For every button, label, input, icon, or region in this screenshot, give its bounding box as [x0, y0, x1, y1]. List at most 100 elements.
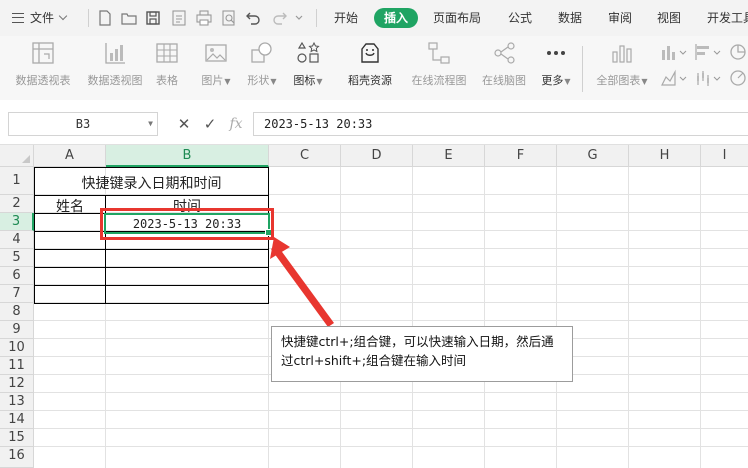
- table-border: [34, 167, 269, 168]
- formula-bar: B3 ▼ ✕ ✓ fx 2023-5-13 20:33: [0, 100, 748, 145]
- highlight-box: [100, 208, 274, 240]
- all-charts-icon: [609, 40, 635, 66]
- insert-function-icon[interactable]: fx: [226, 114, 246, 134]
- column-header-a[interactable]: A: [34, 145, 106, 167]
- row-header-13[interactable]: 13: [0, 393, 34, 411]
- bar-chart-icon[interactable]: [694, 42, 724, 62]
- shape-button[interactable]: 形状▼: [244, 40, 280, 88]
- row-header-12[interactable]: 12: [0, 375, 34, 393]
- row-header-6[interactable]: 6: [0, 267, 34, 285]
- redo-icon[interactable]: [270, 9, 288, 27]
- pivot-table-button[interactable]: 数据透视表: [12, 40, 74, 88]
- row-header-15[interactable]: 15: [0, 429, 34, 447]
- new-file-icon[interactable]: [96, 9, 114, 27]
- row-header-9[interactable]: 9: [0, 321, 34, 339]
- undo-icon[interactable]: [245, 9, 263, 27]
- toolbar-separator: [316, 9, 317, 27]
- gridline: [34, 410, 748, 411]
- open-folder-icon[interactable]: [120, 9, 138, 27]
- confirm-edit-icon[interactable]: ✓: [200, 114, 220, 134]
- row-header-14[interactable]: 14: [0, 411, 34, 429]
- gridline: [34, 446, 748, 447]
- tab-data[interactable]: 数据: [558, 0, 582, 36]
- table-border: [34, 267, 269, 268]
- column-header-e[interactable]: E: [413, 145, 485, 167]
- gridline: [34, 320, 748, 321]
- export-pdf-icon[interactable]: [170, 9, 188, 27]
- table-border: [34, 303, 269, 304]
- pie-chart-icon[interactable]: [728, 42, 748, 62]
- gridline: [34, 392, 748, 393]
- column-chart-icon[interactable]: [660, 42, 690, 62]
- radar-chart-icon[interactable]: [728, 68, 748, 88]
- row-header-3[interactable]: 3: [0, 213, 34, 231]
- row-header-10[interactable]: 10: [0, 339, 34, 357]
- column-header-b[interactable]: B: [106, 145, 269, 167]
- more-icon: [543, 40, 569, 66]
- select-all-corner[interactable]: [0, 145, 34, 167]
- docer-resource-button[interactable]: 稻壳资源: [344, 40, 396, 88]
- ribbon-insert: 数据透视表 数据透视图 表格 图片▼ 形状▼ 图标▼ 稻壳资源 在线流程图 在线…: [0, 36, 748, 100]
- mindmap-icon: [491, 40, 517, 66]
- name-box[interactable]: B3 ▼: [8, 112, 158, 136]
- name-box-value: B3: [75, 117, 91, 131]
- column-header-f[interactable]: F: [485, 145, 557, 167]
- toolbar-separator: [88, 9, 89, 27]
- annotation-note: 快捷键ctrl+;组合键，可以快速输入日期，然后通过ctrl+shift+;组合…: [271, 326, 573, 382]
- row-header-2[interactable]: 2: [0, 195, 34, 213]
- row-header-4[interactable]: 4: [0, 231, 34, 249]
- row-header-7[interactable]: 7: [0, 285, 34, 303]
- ribbon-separator: [582, 46, 583, 92]
- mindmap-button[interactable]: 在线脑图: [478, 40, 530, 88]
- table-border: [34, 249, 269, 250]
- tab-formulas[interactable]: 公式: [508, 0, 532, 36]
- picture-icon: [203, 40, 229, 66]
- tab-view[interactable]: 视图: [657, 0, 681, 36]
- menu-bar: 文件 开始 插入 页面布局 公式 数据 审阅 视图 开发工具: [0, 0, 748, 36]
- print-preview-icon[interactable]: [220, 9, 238, 27]
- more-button[interactable]: 更多▼: [538, 40, 574, 88]
- row-header-1[interactable]: 1: [0, 167, 34, 195]
- name-box-dropdown-icon[interactable]: ▼: [148, 113, 153, 135]
- table-icon: [154, 40, 180, 66]
- formula-input[interactable]: 2023-5-13 20:33: [253, 112, 748, 136]
- docer-resource-icon: [357, 40, 383, 66]
- hamburger-icon: [12, 13, 24, 23]
- print-icon[interactable]: [195, 9, 213, 27]
- row-header-11[interactable]: 11: [0, 357, 34, 375]
- table-button[interactable]: 表格: [152, 40, 182, 88]
- tab-home[interactable]: 开始: [334, 0, 358, 36]
- tab-insert[interactable]: 插入: [374, 8, 419, 28]
- file-menu-label: 文件: [30, 11, 55, 25]
- file-menu[interactable]: 文件: [12, 0, 68, 36]
- column-header-d[interactable]: D: [341, 145, 413, 167]
- quick-access-chevron-icon[interactable]: [294, 9, 304, 27]
- row-header-8[interactable]: 8: [0, 303, 34, 321]
- tab-page-layout[interactable]: 页面布局: [433, 0, 481, 36]
- pivot-chart-button[interactable]: 数据透视图: [84, 40, 146, 88]
- icons-icon: [295, 40, 321, 66]
- column-header-i[interactable]: I: [701, 145, 748, 167]
- save-icon[interactable]: [144, 9, 162, 27]
- tab-developer[interactable]: 开发工具: [707, 0, 748, 36]
- cell-a1-title[interactable]: 快捷键录入日期和时间: [35, 173, 268, 193]
- column-header-c[interactable]: C: [269, 145, 341, 167]
- cancel-edit-icon[interactable]: ✕: [174, 114, 194, 134]
- picture-button[interactable]: 图片▼: [198, 40, 234, 88]
- row-header-16[interactable]: 16: [0, 447, 34, 468]
- flowchart-button[interactable]: 在线流程图: [408, 40, 470, 88]
- spreadsheet-grid[interactable]: A B C D E F G H I 1 2 3 4 5 6 7 8 9 10 1…: [0, 145, 748, 468]
- cell-a2-name-header[interactable]: 姓名: [35, 196, 105, 216]
- icons-button[interactable]: 图标▼: [290, 40, 326, 88]
- column-header-h[interactable]: H: [629, 145, 701, 167]
- row-header-5[interactable]: 5: [0, 249, 34, 267]
- gridline: [34, 428, 748, 429]
- area-chart-icon[interactable]: [660, 68, 690, 88]
- tab-review[interactable]: 审阅: [608, 0, 632, 36]
- flowchart-icon: [426, 40, 452, 66]
- pivot-chart-icon: [102, 40, 128, 66]
- column-header-g[interactable]: G: [557, 145, 629, 167]
- stock-chart-icon[interactable]: [694, 68, 724, 88]
- pivot-table-icon: [30, 40, 56, 66]
- all-charts-button[interactable]: 全部图表▼: [594, 40, 650, 88]
